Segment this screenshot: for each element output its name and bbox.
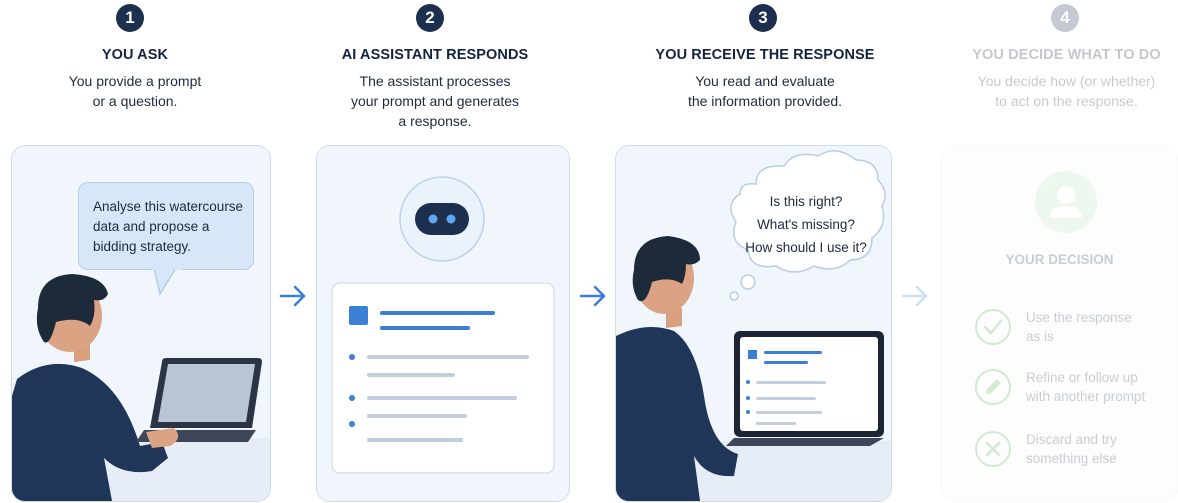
step-4-decision-card: YOUR DECISION Use the response as is Ref… (941, 145, 1178, 502)
step-2-desc-line: The assistant processes (359, 73, 511, 89)
step-2-illustration (316, 145, 570, 502)
step-number-1: 1 (116, 4, 144, 32)
ai-response-illustration (331, 176, 555, 474)
step-1-illustration: Analyse this watercourse data and propos… (11, 145, 271, 502)
step-2-desc-line: a response. (398, 113, 472, 129)
step-1: 1 YOU ASK You provide a prompt or a ques… (0, 0, 271, 503)
arrow-right-icon (901, 285, 928, 307)
option-line: something else (1026, 451, 1117, 466)
step-2-title: AI ASSISTANT RESPONDS (341, 47, 529, 63)
step-4: 4 YOU DECIDE WHAT TO DO You decide how (… (941, 0, 1178, 503)
step-3-illustration: Is this right? What's missing? How shoul… (615, 145, 892, 502)
user-avatar-icon (1035, 171, 1097, 233)
option-line: Discard and try (1026, 432, 1117, 447)
step-1-desc-line: or a question. (92, 93, 178, 109)
step-3-description: You read and evaluate the information pr… (610, 71, 920, 111)
step-1-description: You provide a prompt or a question. (0, 71, 270, 111)
step-2-description: The assistant processes your prompt and … (300, 71, 570, 131)
bubble-line: Analyse this watercourse (93, 199, 244, 214)
bubble-line: bidding strategy. (93, 239, 192, 254)
decision-title: YOUR DECISION (1005, 252, 1114, 267)
step-4-title: YOU DECIDE WHAT TO DO (972, 47, 1161, 63)
step-3-title: YOU RECEIVE THE RESPONSE (655, 47, 875, 63)
decision-option: Discard and try something else (974, 428, 1174, 472)
step-number-3: 3 (749, 4, 777, 32)
pencil-icon (975, 369, 1011, 405)
robot-icon (415, 203, 469, 235)
step-2: 2 AI ASSISTANT RESPONDS The assistant pr… (300, 0, 570, 503)
bubble-tail (152, 268, 182, 296)
option-line: Refine or follow up (1026, 370, 1138, 385)
step-1-desc-line: You provide a prompt (68, 73, 202, 89)
step-4-desc-line: to act on the response. (995, 93, 1138, 109)
speech-bubble: Analyse this watercourse data and propos… (78, 182, 254, 270)
thought-line: How should I use it? (745, 240, 867, 255)
step-4-desc-line: You decide how (or whether) (977, 73, 1156, 89)
thought-text: Is this right? What's missing? How shoul… (736, 190, 876, 259)
option-line: with another prompt (1026, 389, 1146, 404)
thought-line: Is this right? (769, 194, 843, 209)
bubble-line: data and propose a (93, 219, 210, 234)
step-3-desc-line: You read and evaluate (695, 73, 835, 89)
step-1-title: YOU ASK (101, 47, 169, 63)
check-icon (975, 309, 1011, 345)
step-number-2: 2 (416, 4, 444, 32)
option-line: Use the response (1026, 310, 1132, 325)
step-4-description: You decide how (or whether) to act on th… (955, 71, 1178, 111)
decision-option: Use the response as is (974, 306, 1174, 350)
x-icon (975, 431, 1011, 467)
step-3-desc-line: the information provided. (687, 93, 843, 109)
thought-line: What's missing? (757, 217, 855, 232)
option-line: as is (1026, 329, 1054, 344)
decision-option: Refine or follow up with another prompt (974, 366, 1174, 410)
step-3: 3 YOU RECEIVE THE RESPONSE You read and … (610, 0, 920, 503)
step-number-4: 4 (1051, 4, 1079, 32)
step-2-desc-line: your prompt and generates (350, 93, 520, 109)
arrow-right-icon (579, 285, 606, 307)
